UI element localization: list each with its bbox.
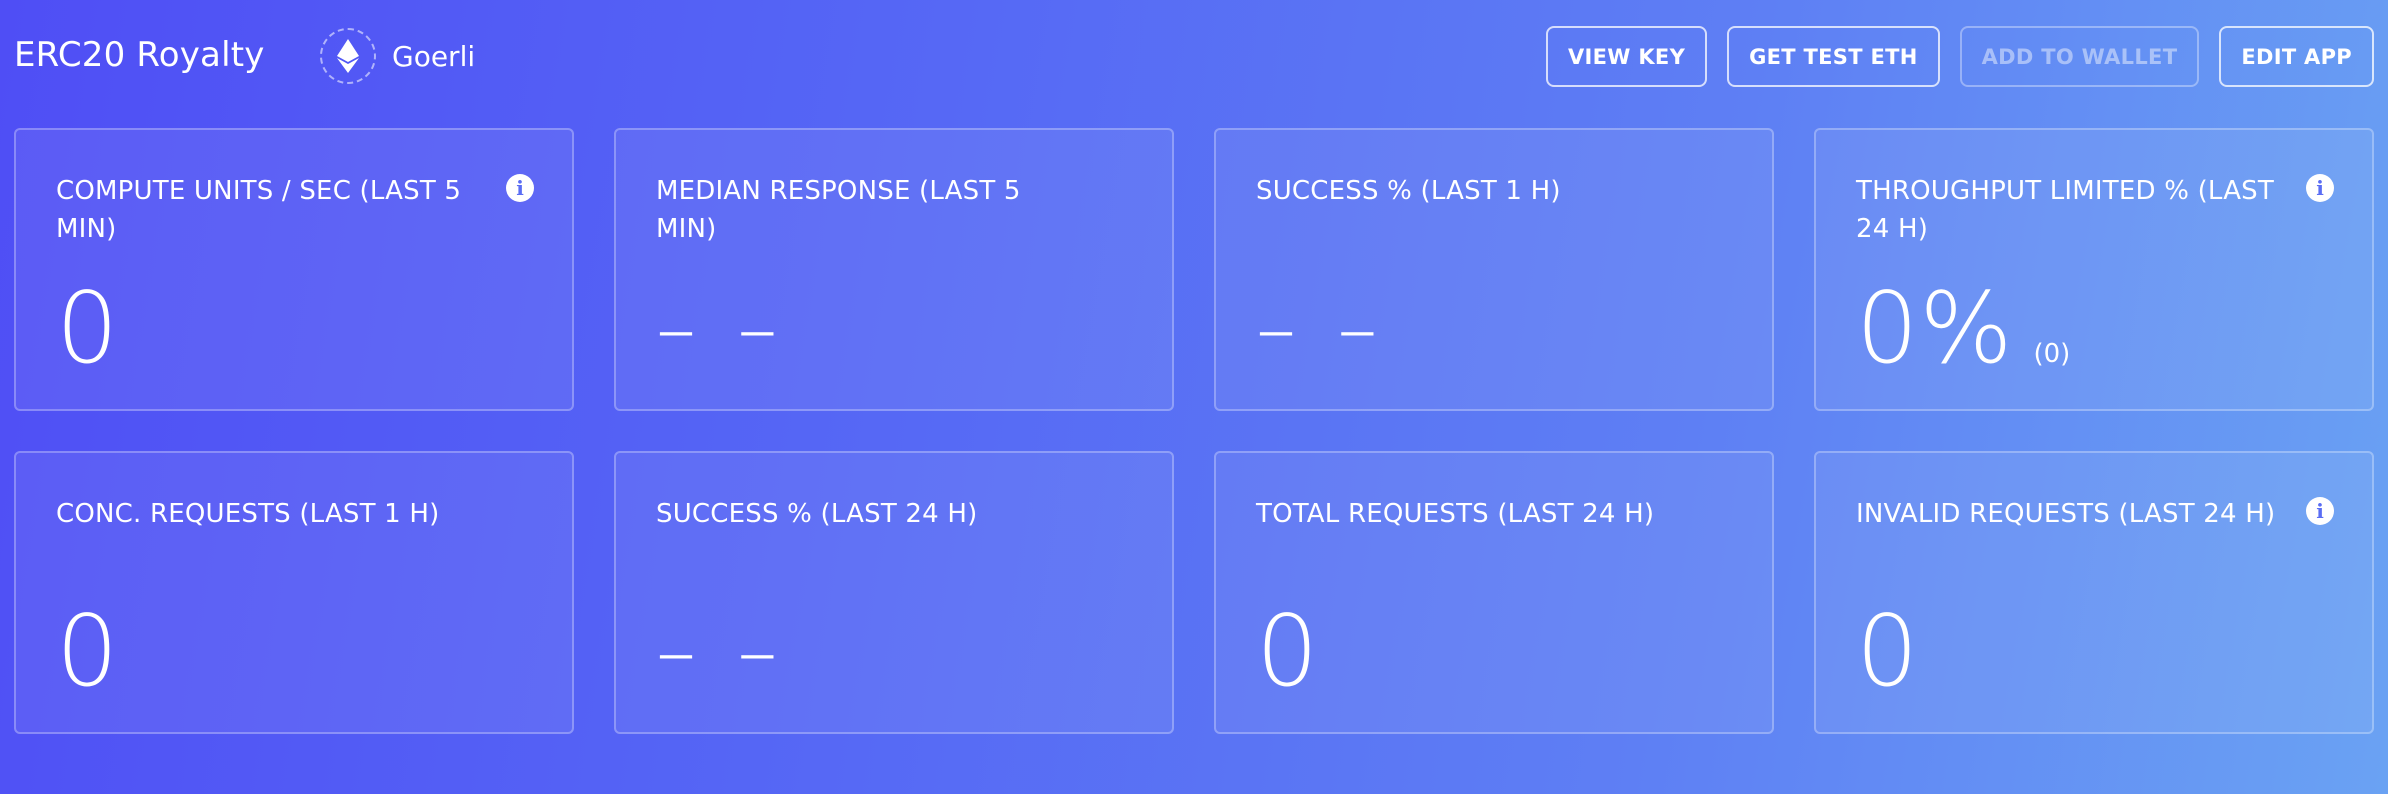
stat-label: COMPUTE UNITS / SEC (LAST 5 MIN)	[56, 176, 462, 244]
stat-value: 0% (0)	[1856, 279, 2070, 379]
info-icon[interactable]: i	[2306, 497, 2334, 525]
view-key-button[interactable]: VIEW KEY	[1545, 26, 1708, 87]
stat-label: TOTAL REQUESTS (LAST 24 H)	[1256, 499, 1655, 529]
stat-value-main: 0	[56, 272, 120, 386]
network-indicator: Goerli	[320, 26, 475, 86]
stat-value: 0	[1256, 602, 1319, 702]
stat-value-main: 0	[1256, 595, 1320, 709]
stat-value-main: 0	[56, 595, 120, 709]
stat-card-total-requests: TOTAL REQUESTS (LAST 24 H) 0	[1214, 451, 1774, 734]
stat-value-main: 0%	[1856, 272, 2014, 386]
ethereum-icon	[320, 28, 376, 84]
stat-value-main: – –	[656, 282, 786, 375]
network-label: Goerli	[392, 39, 476, 73]
get-test-eth-button[interactable]: GET TEST ETH	[1727, 26, 1940, 87]
stat-value: – –	[656, 279, 785, 379]
stat-value: 0	[1856, 602, 1919, 702]
stats-grid: COMPUTE UNITS / SEC (LAST 5 MIN) i 0 MED…	[14, 128, 2374, 734]
stat-label: SUCCESS % (LAST 24 H)	[656, 499, 978, 529]
app-title: ERC20 Royalty	[14, 35, 265, 75]
stat-card-median-response: MEDIAN RESPONSE (LAST 5 MIN) – –	[614, 128, 1174, 411]
stat-value-main: – –	[1256, 282, 1386, 375]
stat-value-sub: (0)	[2033, 339, 2071, 369]
stat-label: THROUGHPUT LIMITED % (LAST 24 H)	[1856, 176, 2274, 244]
stat-card-success-24h: SUCCESS % (LAST 24 H) – –	[614, 451, 1174, 734]
stat-value: 0	[56, 602, 119, 702]
info-icon[interactable]: i	[2306, 174, 2334, 202]
stat-label: SUCCESS % (LAST 1 H)	[1256, 176, 1561, 206]
stat-value: 0	[56, 279, 119, 379]
stat-value: – –	[1256, 279, 1385, 379]
header-actions: VIEW KEY GET TEST ETH ADD TO WALLET EDIT…	[1545, 26, 2374, 87]
stat-value: – –	[656, 602, 785, 702]
stat-label: MEDIAN RESPONSE (LAST 5 MIN)	[656, 176, 1021, 244]
stat-label: INVALID REQUESTS (LAST 24 H)	[1856, 499, 2276, 529]
stat-value-main: – –	[656, 605, 786, 698]
stat-card-invalid-requests: INVALID REQUESTS (LAST 24 H) i 0	[1814, 451, 2374, 734]
stat-label: CONC. REQUESTS (LAST 1 H)	[56, 499, 440, 529]
edit-app-button[interactable]: EDIT APP	[2219, 26, 2374, 87]
stat-card-concurrent-requests: CONC. REQUESTS (LAST 1 H) 0	[14, 451, 574, 734]
stat-card-success-1h: SUCCESS % (LAST 1 H) – –	[1214, 128, 1774, 411]
info-icon[interactable]: i	[506, 174, 534, 202]
stat-card-compute-units: COMPUTE UNITS / SEC (LAST 5 MIN) i 0	[14, 128, 574, 411]
add-to-wallet-button: ADD TO WALLET	[1959, 26, 2200, 87]
stat-card-throughput-limited: THROUGHPUT LIMITED % (LAST 24 H) i 0% (0…	[1814, 128, 2374, 411]
stat-value-main: 0	[1856, 595, 1920, 709]
